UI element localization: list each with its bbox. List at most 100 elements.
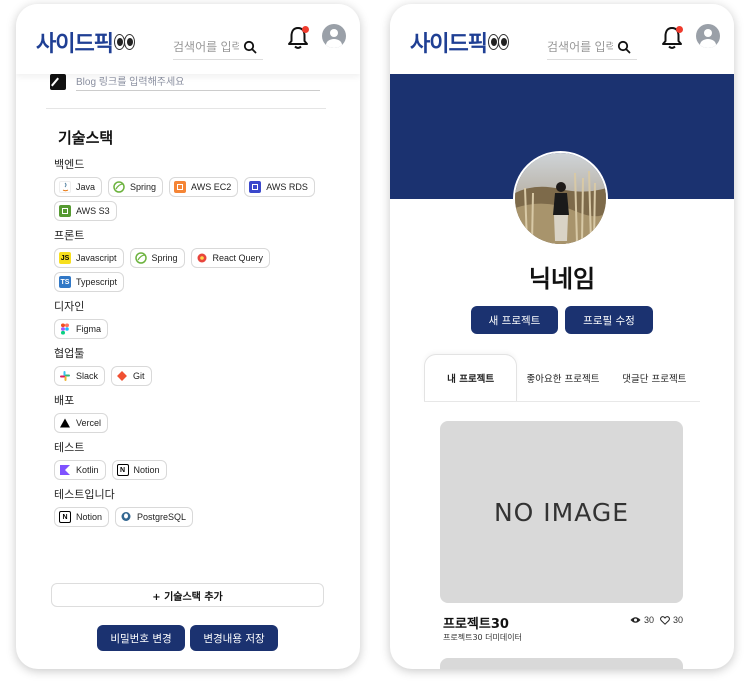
aws-ec2-icon [174,181,187,193]
search-icon[interactable] [243,40,257,54]
tech-chip-spring[interactable]: Spring [108,177,164,197]
project-title[interactable]: 프로젝트30 [443,613,509,632]
heart-icon [660,615,670,625]
project-subtitle: 프로젝트30 더미데이터 [443,633,522,642]
tech-chip-aws-ec2[interactable]: AWS EC2 [169,177,239,197]
postgresql-icon [120,511,133,523]
tech-chip-git[interactable]: Git [111,366,152,386]
project-card-image[interactable]: NO IMAGE [440,421,683,603]
logo-eyes-icon [487,34,509,50]
search-input[interactable] [173,39,239,54]
tech-chip-postgresql[interactable]: PostgreSQL [115,507,194,527]
tech-stack-list: 백엔드 Java Spring AWS EC2 AWS RDS AWS S3 프… [54,156,344,533]
tech-chip-java[interactable]: Java [54,177,103,197]
category-label: 디자인 [54,300,85,313]
chip-label: React Query [212,253,264,263]
chip-label: Spring [130,182,157,192]
tech-chip-javascript[interactable]: JS Javascript [54,248,124,268]
slack-icon [59,370,71,382]
project-tabs: 내 프로젝트 좋아요한 프로젝트 댓글단 프로젝트 [424,354,700,402]
spring-icon [134,252,147,264]
git-icon [116,370,129,382]
notion-icon: N [116,464,129,476]
eye-icon [630,617,641,623]
chip-label: Spring [151,253,178,263]
next-project-card-image[interactable] [440,658,683,669]
tech-category: 프론트 JS Javascript Spring React Query TS Ty… [54,227,344,292]
tech-chip-notion[interactable]: N Notion [54,507,110,527]
user-avatar-icon[interactable] [322,24,346,48]
logo[interactable]: 사이드픽 [410,26,509,58]
tech-category: 배포 Vercel [54,392,344,433]
project-stats: 30 30 [630,615,683,625]
chip-label: AWS S3 [76,206,110,216]
chip-label: Kotlin [76,465,99,475]
notification-bell-icon[interactable] [661,26,683,50]
blog-icon [50,74,66,90]
search-bar [547,34,637,60]
category-label: 테스트 [54,441,85,454]
top-bar: 사이드픽 [16,4,360,74]
view-count: 30 [644,615,655,625]
logo-text: 사이드픽 [410,32,488,57]
logo-text: 사이드픽 [36,32,114,57]
chip-label: Figma [76,324,102,334]
category-label: 백엔드 [54,158,85,171]
vercel-icon [59,417,71,429]
chip-label: Slack [76,371,99,381]
kotlin-icon [59,464,71,476]
category-label: 프론트 [54,229,85,242]
aws-s3-icon [59,205,71,217]
search-icon[interactable] [617,40,631,54]
javascript-icon: JS [59,252,71,264]
notification-bell-icon[interactable] [287,26,309,50]
tech-chip-spring[interactable]: Spring [129,248,185,268]
category-label: 협업툴 [54,347,85,360]
blog-link-input[interactable]: Blog 링크를 입력해주세요 [76,73,320,91]
tab-my-projects[interactable]: 내 프로젝트 [424,354,518,401]
new-project-button[interactable]: 새 프로젝트 [471,306,558,334]
notion-icon: N [59,511,71,523]
tech-chip-vercel[interactable]: Vercel [54,413,109,433]
add-tech-stack-button[interactable]: + 기술스택 추가 [51,583,324,607]
chip-label: Typescript [76,277,118,287]
user-avatar-icon[interactable] [696,24,720,48]
like-count: 30 [673,615,684,625]
spring-icon [113,181,126,193]
change-password-button[interactable]: 비밀번호 변경 [97,625,185,651]
chip-label: Javascript [76,253,117,263]
typescript-icon: TS [59,276,71,288]
blog-link-row[interactable]: Blog 링크를 입력해주세요 [50,72,320,92]
tech-chip-typescript[interactable]: TS Typescript [54,272,125,292]
chip-label: AWS EC2 [191,182,232,192]
tech-category: 테스트 Kotlin N Notion [54,439,344,480]
chip-label: Notion [133,465,160,475]
tab-commented-projects[interactable]: 댓글단 프로젝트 [609,354,700,401]
search-bar [173,34,263,60]
profile-photo [513,151,608,246]
logo[interactable]: 사이드픽 [36,26,135,58]
category-label: 배포 [54,394,75,407]
nickname: 닉네임 [528,265,596,293]
chip-label: Git [133,371,145,381]
search-input[interactable] [547,39,613,54]
react-query-icon [195,252,208,264]
tech-chip-notion[interactable]: N Notion [111,460,167,480]
category-label: 테스트입니다 [54,488,115,501]
tech-chip-aws-s3[interactable]: AWS S3 [54,201,117,221]
tech-chip-aws-rds[interactable]: AWS RDS [244,177,315,197]
section-divider [46,108,326,109]
tech-chip-kotlin[interactable]: Kotlin [54,460,106,480]
tech-chip-figma[interactable]: Figma [54,319,109,339]
save-changes-button[interactable]: 변경내용 저장 [190,625,278,651]
tab-liked-projects[interactable]: 좋아요한 프로젝트 [517,354,608,401]
tech-chip-slack[interactable]: Slack [54,366,106,386]
notification-dot [676,26,683,33]
figma-icon [59,323,71,335]
java-icon [59,181,71,193]
tech-category: 백엔드 Java Spring AWS EC2 AWS RDS AWS S3 [54,156,344,221]
chip-label: AWS RDS [266,182,308,192]
edit-profile-button[interactable]: 프로필 수정 [565,306,653,334]
profile-edit-screen: 사이드픽 Blog 링크를 입력해주세요 기술스택 백엔드 Java Sprin… [16,4,360,669]
tech-chip-react-query[interactable]: React Query [190,248,271,268]
